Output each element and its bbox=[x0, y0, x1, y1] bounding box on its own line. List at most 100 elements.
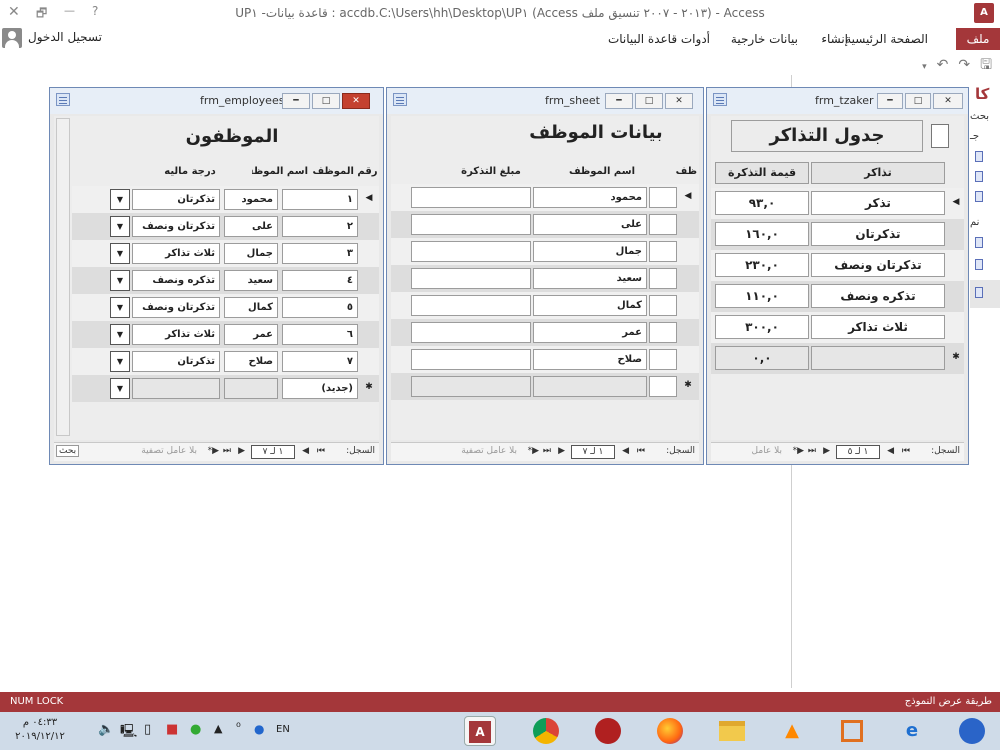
firefox-icon[interactable] bbox=[654, 716, 686, 746]
ticket-value-field[interactable]: ٢٣٠,٠ bbox=[715, 253, 809, 277]
table-icon[interactable] bbox=[975, 191, 983, 202]
first-record-button[interactable]: ⏮ bbox=[317, 446, 325, 456]
ticket-name-field[interactable]: تذكر bbox=[811, 191, 945, 215]
ticket-amount-field[interactable] bbox=[411, 295, 531, 316]
maximize-button[interactable]: □ bbox=[635, 93, 663, 109]
chevron-down-icon[interactable]: ▼ bbox=[110, 324, 130, 345]
employee-name-field[interactable]: صلاح bbox=[224, 351, 278, 372]
employee-id-field[interactable]: ٥ bbox=[282, 297, 358, 318]
ticket-amount-field[interactable] bbox=[411, 376, 531, 397]
next-record-button[interactable]: ▶ bbox=[823, 446, 830, 456]
employee-id-field[interactable] bbox=[649, 376, 677, 397]
chevron-down-icon[interactable]: ▼ bbox=[110, 189, 130, 210]
employee-name-field[interactable]: سعيد bbox=[224, 270, 278, 291]
ticket-amount-field[interactable] bbox=[411, 268, 531, 289]
employee-name-field[interactable]: على bbox=[224, 216, 278, 237]
minimize-button[interactable]: ━ bbox=[282, 93, 310, 109]
app-icon[interactable] bbox=[836, 716, 868, 746]
prev-record-button[interactable]: ◀ bbox=[622, 446, 629, 456]
user-avatar-icon[interactable] bbox=[2, 28, 22, 48]
chevron-down-icon[interactable]: ▼ bbox=[110, 243, 130, 264]
filter-status[interactable]: بلا عامل تصفية bbox=[141, 446, 197, 456]
nav-pane-title[interactable]: كا bbox=[975, 85, 989, 103]
employee-id-field[interactable]: ٧ bbox=[282, 351, 358, 372]
employee-grade-field[interactable]: تذكرتان ونصف bbox=[132, 297, 220, 318]
ticket-amount-field[interactable] bbox=[411, 241, 531, 262]
first-record-button[interactable]: ⏮ bbox=[902, 446, 910, 456]
close-button[interactable]: ✕ bbox=[342, 93, 370, 109]
employee-grade-field[interactable]: تذكره ونصف bbox=[132, 270, 220, 291]
employee-name-field[interactable] bbox=[224, 378, 278, 399]
record-selector[interactable]: ◀ bbox=[681, 191, 695, 201]
language-indicator[interactable]: EN bbox=[276, 724, 290, 735]
filter-status[interactable]: بلا عامل تصفية bbox=[461, 446, 517, 456]
employee-id-field[interactable] bbox=[649, 322, 677, 343]
new-record-button[interactable]: ▶* bbox=[528, 446, 539, 456]
nav-group-tables[interactable]: جـ bbox=[970, 131, 979, 142]
employee-id-field[interactable] bbox=[649, 241, 677, 262]
employee-id-field[interactable] bbox=[649, 187, 677, 208]
tray-app-icon[interactable]: ⁰ bbox=[236, 720, 241, 734]
prev-record-button[interactable]: ◀ bbox=[302, 446, 309, 456]
tab-create[interactable]: إنشاء bbox=[821, 28, 848, 50]
chrome-icon[interactable] bbox=[530, 716, 562, 746]
tray-app-icon[interactable]: ■ bbox=[166, 722, 178, 737]
ticket-name-field[interactable]: تذكرتان ونصف bbox=[811, 253, 945, 277]
employee-id-field[interactable] bbox=[649, 349, 677, 370]
redo-icon[interactable]: ↷ bbox=[958, 57, 970, 73]
ticket-value-field[interactable]: ٩٣,٠ bbox=[715, 191, 809, 215]
employee-name-field[interactable]: محمود bbox=[533, 187, 647, 208]
nav-group-forms[interactable]: نم bbox=[970, 217, 979, 228]
employee-name-field[interactable]: على bbox=[533, 214, 647, 235]
chevron-down-icon[interactable]: ▼ bbox=[110, 351, 130, 372]
employee-grade-field[interactable]: ثلاث تذاكر bbox=[132, 243, 220, 264]
undo-icon[interactable]: ↶ bbox=[937, 57, 949, 73]
tray-app-icon[interactable]: ● bbox=[190, 722, 201, 737]
ticket-amount-field[interactable] bbox=[411, 349, 531, 370]
record-position[interactable]: ١ لـ ٥ bbox=[836, 445, 880, 459]
new-record-label[interactable]: (جديد) bbox=[282, 378, 358, 399]
prev-record-button[interactable]: ◀ bbox=[887, 446, 894, 456]
vlc-icon[interactable]: ▲ bbox=[776, 716, 808, 746]
employee-id-field[interactable] bbox=[649, 295, 677, 316]
last-record-button[interactable]: ⏭ bbox=[808, 446, 816, 456]
nav-search[interactable]: بحث bbox=[970, 111, 989, 122]
employee-id-field[interactable]: ٤ bbox=[282, 270, 358, 291]
employee-grade-field[interactable]: تذكرتان bbox=[132, 351, 220, 372]
employee-name-field[interactable]: سعيد bbox=[533, 268, 647, 289]
employee-name-field[interactable] bbox=[533, 376, 647, 397]
taskbar-clock[interactable]: ٠٤:٣٣ م ٢٠١٩/١٢/١٢ bbox=[8, 716, 72, 744]
next-record-button[interactable]: ▶ bbox=[238, 446, 245, 456]
ticket-amount-field[interactable] bbox=[411, 322, 531, 343]
employee-name-field[interactable]: كمال bbox=[533, 295, 647, 316]
employee-id-field[interactable]: ١ bbox=[282, 189, 358, 210]
search-box[interactable]: بحث bbox=[56, 445, 80, 457]
employee-grade-field[interactable]: تذكرتان ونصف bbox=[132, 216, 220, 237]
battery-icon[interactable]: ▯ bbox=[144, 722, 151, 737]
minimize-button[interactable]: ━ bbox=[605, 93, 633, 109]
employee-id-field[interactable] bbox=[649, 268, 677, 289]
record-position[interactable]: ١ لـ ٧ bbox=[251, 445, 295, 459]
tab-home[interactable]: الصفحة الرئيسية bbox=[845, 28, 928, 50]
employee-name-field[interactable]: كمال bbox=[224, 297, 278, 318]
new-record-button[interactable]: ▶* bbox=[793, 446, 804, 456]
ticket-amount-field[interactable] bbox=[411, 214, 531, 235]
record-selector[interactable]: ◀ bbox=[362, 193, 376, 203]
filter-status[interactable]: بلا عامل bbox=[752, 446, 783, 456]
app-icon[interactable] bbox=[592, 716, 624, 746]
vertical-scrollbar[interactable] bbox=[56, 118, 70, 436]
show-hidden-icons[interactable]: ▲ bbox=[214, 722, 222, 735]
volume-icon[interactable]: 🔈 bbox=[98, 722, 114, 737]
tab-file[interactable]: ملف bbox=[956, 28, 1000, 50]
employee-name-field[interactable]: جمال bbox=[224, 243, 278, 264]
network-icon[interactable]: 🖳 bbox=[120, 722, 137, 744]
ticket-amount-field[interactable] bbox=[411, 187, 531, 208]
access-taskbar-icon[interactable]: A bbox=[464, 716, 496, 746]
ticket-name-field[interactable]: ثلاث تذاكر bbox=[811, 315, 945, 339]
first-record-button[interactable]: ⏮ bbox=[637, 446, 645, 456]
ticket-name-field[interactable]: تذكره ونصف bbox=[811, 284, 945, 308]
employee-grade-field[interactable]: ثلاث تذاكر bbox=[132, 324, 220, 345]
customize-icon[interactable]: ▾ bbox=[922, 62, 927, 72]
app-icon[interactable] bbox=[956, 716, 988, 746]
new-record-button[interactable]: ▶* bbox=[208, 446, 219, 456]
